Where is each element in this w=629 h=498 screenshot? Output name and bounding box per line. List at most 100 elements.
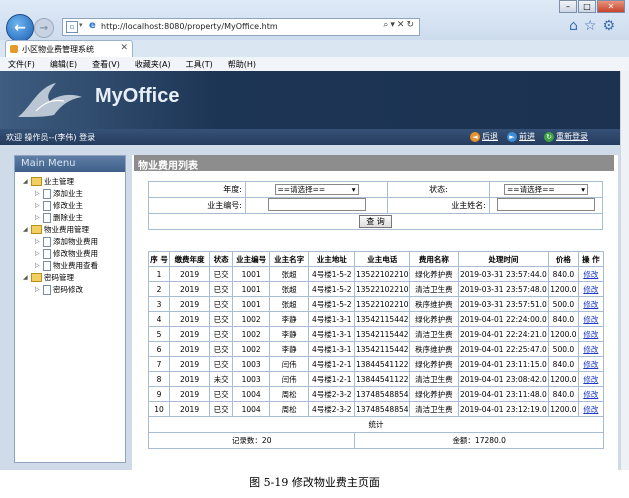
edit-link[interactable]: 修改 bbox=[577, 371, 605, 387]
menu-file[interactable]: 文件(F) bbox=[0, 57, 42, 71]
table-cell: 绿化养护费 bbox=[409, 356, 459, 372]
edit-link[interactable]: 修改 bbox=[577, 401, 605, 417]
nav-relogin[interactable]: ↻ 重新登录 bbox=[544, 131, 588, 142]
owner-no-input[interactable] bbox=[267, 198, 366, 211]
chevron-down-icon: ▾ bbox=[351, 185, 356, 194]
edit-link[interactable]: 修改 bbox=[577, 281, 605, 297]
table-cell: 已交 bbox=[209, 386, 234, 402]
search-refresh-icons[interactable]: ⌕▾✕↻ bbox=[383, 20, 416, 30]
close-window-icon[interactable]: ✕ bbox=[597, 0, 625, 13]
menu-tools[interactable]: 工具(T) bbox=[178, 57, 220, 71]
welcome-text: 欢迎 操作员--(李伟) 登录 bbox=[6, 133, 96, 142]
edit-link[interactable]: 修改 bbox=[577, 341, 605, 357]
table-cell: 2019 bbox=[169, 341, 211, 357]
browser-tab[interactable]: 小区物业费管理系统 ✕ bbox=[5, 40, 133, 57]
edit-link[interactable]: 修改 bbox=[577, 356, 605, 372]
filter-form: 年度: ==请选择== ▾ 状态: ==请选择== ▾ 业主编号: 业主姓名: 查 … bbox=[148, 181, 603, 230]
query-button[interactable]: 查 询 bbox=[359, 215, 392, 228]
table-cell: 2019-03-31 23:57:51.0 bbox=[457, 296, 550, 312]
table-cell: 1200.0 bbox=[548, 371, 579, 387]
menu-view[interactable]: 查看(V) bbox=[84, 57, 127, 71]
table-cell: 840.0 bbox=[548, 356, 579, 372]
table-cell: 4号楼1-3-1 bbox=[308, 341, 356, 357]
menu-favorites[interactable]: 收藏夹(A) bbox=[127, 57, 178, 71]
nav-back[interactable]: ◄ 后退 bbox=[470, 131, 498, 142]
table-cell: 500.0 bbox=[548, 296, 579, 312]
browser-toolbar: ← → ▫ ▾ e http://localhost:8080/property… bbox=[0, 0, 629, 42]
tree-item-edit-owner[interactable]: ▷ 修改业主 bbox=[35, 200, 83, 211]
table-cell: 7 bbox=[147, 356, 171, 372]
column-header: 业主地址 bbox=[308, 251, 356, 267]
status-select[interactable]: ==请选择== ▾ bbox=[504, 184, 588, 195]
url-text[interactable]: http://localhost:8080/property/MyOffice.… bbox=[101, 22, 278, 31]
table-cell: 6 bbox=[147, 341, 171, 357]
folder-icon bbox=[31, 177, 42, 186]
collapse-icon[interactable]: ◢ bbox=[23, 226, 29, 233]
edit-link[interactable]: 修改 bbox=[577, 296, 605, 312]
favorites-star-icon[interactable]: ☆ bbox=[584, 18, 603, 34]
bird-logo-icon bbox=[18, 83, 82, 117]
expand-icon: ▷ bbox=[35, 214, 40, 221]
owner-no-label: 业主编号: bbox=[148, 197, 246, 214]
tree-group-owner[interactable]: ◢ 业主管理 bbox=[23, 176, 74, 187]
table-cell: 1002 bbox=[232, 341, 271, 357]
table-cell: 1200.0 bbox=[548, 401, 579, 417]
forward-button[interactable]: → bbox=[34, 18, 54, 38]
menu-help[interactable]: 帮助(H) bbox=[220, 57, 263, 71]
table-cell: 2019-04-01 23:11:15.0 bbox=[457, 356, 550, 372]
table-row: 7 2019 已交 1003 闫伟 4号楼1-2-1 13844541122 绿化养护费 201… bbox=[147, 356, 605, 372]
table-cell: 13542115442 bbox=[354, 326, 411, 342]
table-cell: 张超 bbox=[269, 296, 310, 312]
table-cell: 10 bbox=[147, 401, 171, 417]
tree-item-edit-fee[interactable]: ▷ 修改物业费用 bbox=[35, 248, 98, 259]
column-header: 业主电话 bbox=[354, 251, 411, 267]
table-cell: 8 bbox=[147, 371, 171, 387]
column-header: 价格 bbox=[548, 251, 579, 267]
table-cell: 已交 bbox=[209, 266, 234, 282]
table-cell: 2019 bbox=[169, 326, 211, 342]
address-bar[interactable]: ▫ ▾ e http://localhost:8080/property/MyO… bbox=[62, 18, 420, 36]
document-icon bbox=[43, 236, 51, 247]
nav-forward[interactable]: ► 前进 bbox=[507, 131, 535, 142]
owner-name-input[interactable] bbox=[497, 198, 595, 211]
vertical-scrollbar[interactable] bbox=[620, 71, 629, 470]
back-arrow-icon: ◄ bbox=[470, 131, 480, 142]
chevron-down-icon[interactable]: ▾ bbox=[79, 21, 83, 29]
table-cell: 闫伟 bbox=[269, 356, 310, 372]
collapse-icon[interactable]: ◢ bbox=[23, 178, 29, 185]
tree-group-fee[interactable]: ◢ 物业费用管理 bbox=[23, 224, 89, 235]
collapse-icon[interactable]: ◢ bbox=[23, 274, 29, 281]
tree-item-add-owner[interactable]: ▷ 添加业主 bbox=[35, 188, 83, 199]
back-button[interactable]: ← bbox=[6, 14, 34, 42]
table-cell: 已交 bbox=[209, 341, 234, 357]
fee-table: 序 号缴费年度 状态 业主编号 业主名字 业主地址 业主电话 费用名称 处理时间 价格操 作 1… bbox=[147, 251, 605, 449]
page-nav: ◄ 后退 ► 前进 ↻ 重新登录 bbox=[470, 131, 588, 142]
expand-icon: ▷ bbox=[35, 190, 40, 197]
menu-bar: 文件(F) 编辑(E) 查看(V) 收藏夹(A) 工具(T) 帮助(H) bbox=[0, 57, 629, 72]
table-cell: 13542115442 bbox=[354, 311, 411, 327]
tree-item-change-password[interactable]: ▷ 密码修改 bbox=[35, 284, 83, 295]
minimize-icon[interactable]: – bbox=[559, 0, 577, 13]
table-cell: 13522102210 bbox=[354, 281, 411, 297]
table-cell: 绿化养护费 bbox=[409, 266, 459, 282]
edit-link[interactable]: 修改 bbox=[577, 326, 605, 342]
maximize-icon[interactable]: □ bbox=[578, 0, 596, 13]
tree-group-password[interactable]: ◢ 密码管理 bbox=[23, 272, 74, 283]
gear-icon[interactable]: ⚙ bbox=[602, 18, 621, 34]
edit-link[interactable]: 修改 bbox=[577, 311, 605, 327]
table-cell: 13748548854 bbox=[354, 386, 411, 402]
table-cell: 1 bbox=[147, 266, 171, 282]
home-icon[interactable]: ⌂ bbox=[569, 18, 584, 34]
close-tab-icon[interactable]: ✕ bbox=[120, 43, 128, 53]
edit-link[interactable]: 修改 bbox=[577, 386, 605, 402]
toolbar-icons: ⌂☆⚙ bbox=[569, 18, 621, 34]
document-icon bbox=[43, 200, 51, 211]
tree-item-view-fee[interactable]: ▷ 物业费用查看 bbox=[35, 260, 98, 271]
tree-item-add-fee[interactable]: ▷ 添加物业费用 bbox=[35, 236, 98, 247]
table-cell: 清洁卫生费 bbox=[409, 326, 459, 342]
table-cell: 清洁卫生费 bbox=[409, 371, 459, 387]
menu-edit[interactable]: 编辑(E) bbox=[42, 57, 84, 71]
edit-link[interactable]: 修改 bbox=[577, 266, 605, 282]
tree-item-delete-owner[interactable]: ▷ 删除业主 bbox=[35, 212, 83, 223]
year-select[interactable]: ==请选择== ▾ bbox=[274, 184, 359, 195]
